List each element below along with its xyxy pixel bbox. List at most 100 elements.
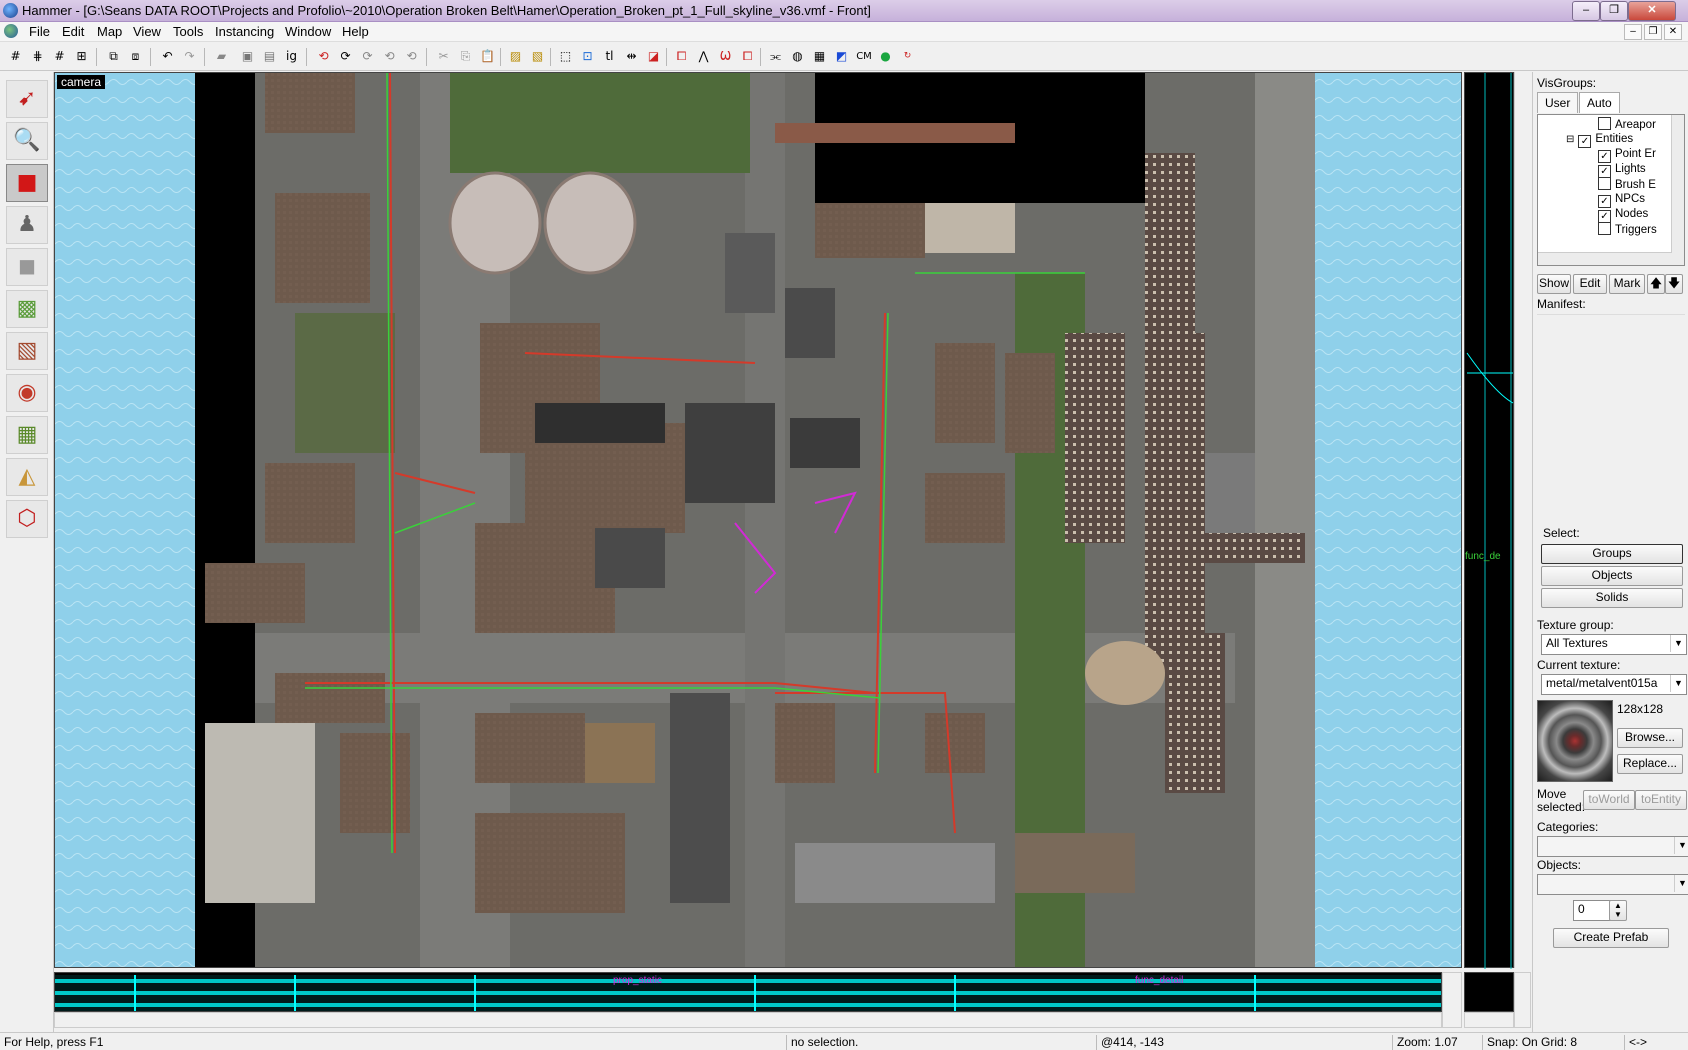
corner-2d-view[interactable]	[1464, 972, 1514, 1012]
flip-icon[interactable]: ⟳	[336, 47, 355, 66]
cordon-icon[interactable]: CM	[852, 47, 876, 66]
menu-map[interactable]: Map	[94, 24, 125, 39]
current-texture-dropdown[interactable]: metal/metalvent015a ▼	[1541, 674, 1687, 695]
top-view-horizontal-scrollbar[interactable]	[54, 1012, 1442, 1028]
move-up-icon[interactable]: 🡅	[1647, 274, 1665, 294]
rotate-reverse-icon[interactable]: ⟲	[380, 47, 399, 66]
select-groups-button[interactable]: Groups	[1541, 544, 1683, 564]
group-icon[interactable]: ⧉	[104, 47, 123, 66]
viewport-label[interactable]: camera	[57, 75, 106, 89]
texture-preview[interactable]	[1537, 700, 1613, 782]
texture-lock-icon[interactable]: ▤	[260, 47, 279, 66]
texture-application-tool-icon[interactable]: ▩	[6, 290, 48, 328]
mdi-close-button[interactable]: ✕	[1664, 24, 1682, 40]
close-window-button[interactable]: ✕	[1628, 1, 1676, 21]
visgroup-row[interactable]: ✓ Nodes	[1598, 207, 1648, 223]
redo-icon[interactable]: ↷	[180, 47, 199, 66]
menu-edit[interactable]: Edit	[59, 24, 87, 39]
menu-window[interactable]: Window	[282, 24, 334, 39]
textured-view-icon[interactable]: ▦	[810, 47, 829, 66]
side-view-vertical-scrollbar[interactable]	[1514, 72, 1531, 968]
create-prefab-button[interactable]: Create Prefab	[1553, 928, 1669, 948]
to-entity-button[interactable]: toEntity	[1635, 790, 1687, 810]
clipping-tool-icon[interactable]: ◭	[6, 458, 48, 496]
visgroup-row[interactable]: Triggers	[1598, 222, 1657, 237]
browse-texture-button[interactable]: Browse...	[1617, 728, 1683, 748]
magnify-tool-icon[interactable]: 🔍	[6, 122, 48, 160]
grid-toggle-icon[interactable]: #	[6, 47, 25, 66]
paste-icon[interactable]: 📋	[478, 47, 497, 66]
vertex-tool-icon[interactable]: ⬡	[6, 500, 48, 538]
visgroups-tab-auto[interactable]: Auto	[1579, 92, 1620, 113]
camera-viewport[interactable]: camera	[54, 72, 1462, 968]
menu-view[interactable]: View	[130, 24, 164, 39]
objects-dropdown[interactable]: ▼	[1537, 874, 1688, 895]
visgroup-checkbox[interactable]	[1598, 117, 1611, 130]
scale-texture-lock-icon[interactable]: ⇹	[622, 47, 641, 66]
block-tool-icon[interactable]: ◼	[6, 248, 48, 286]
map-properties-icon[interactable]: ⧠	[738, 47, 757, 66]
menu-help[interactable]: Help	[339, 24, 372, 39]
grid-3d-icon[interactable]: ⋕	[28, 47, 47, 66]
visgroups-tab-user[interactable]: User	[1537, 92, 1579, 113]
to-world-button[interactable]: toWorld	[1583, 790, 1635, 810]
menu-instancing[interactable]: Instancing	[212, 24, 277, 39]
visgroup-row[interactable]: Areapor	[1598, 117, 1656, 132]
visgroup-row[interactable]: ✓ Lights	[1598, 162, 1646, 178]
decal-tool-icon[interactable]: ◉	[6, 374, 48, 412]
visgroup-checkbox[interactable]: ✓	[1578, 135, 1592, 148]
entity-report-icon[interactable]: ⋀	[694, 47, 713, 66]
window-title-bar[interactable]: Hammer - [G:\Seans DATA ROOT\Projects an…	[0, 0, 1688, 22]
mdi-minimize-button[interactable]: –	[1624, 24, 1642, 40]
camera-tool-icon[interactable]: ■	[6, 164, 48, 202]
visgroup-row[interactable]: Brush E	[1598, 177, 1656, 192]
clip-icon[interactable]: ⟲	[314, 47, 333, 66]
texture-group-dropdown[interactable]: All Textures ▼	[1541, 634, 1687, 655]
wireframe-icon[interactable]: ⫘	[766, 47, 785, 66]
polygon-view-icon[interactable]: ◍	[788, 47, 807, 66]
minimize-window-button[interactable]: –	[1572, 1, 1600, 21]
overlay-tool-icon[interactable]: ▦	[6, 416, 48, 454]
corner-view-vertical-scrollbar[interactable]	[1514, 972, 1531, 1028]
maximize-window-button[interactable]: ❐	[1600, 1, 1628, 21]
texture-toggle-icon[interactable]: ◪	[644, 47, 663, 66]
tree-horizontal-scrollbar[interactable]	[1538, 252, 1684, 265]
replace-texture-button[interactable]: Replace...	[1617, 754, 1683, 774]
copy-icon[interactable]: ⎘	[456, 47, 475, 66]
cut-icon[interactable]: ✂	[434, 47, 453, 66]
visgroup-row[interactable]: ✓ Point Er	[1598, 147, 1656, 163]
tree-vertical-scrollbar[interactable]	[1671, 115, 1684, 253]
corner-view-horizontal-scrollbar[interactable]	[1464, 1012, 1514, 1028]
check-problems-icon[interactable]: ⧠	[672, 47, 691, 66]
visgroup-edit-button[interactable]: Edit	[1573, 274, 1607, 294]
tree-expander-icon[interactable]: ⊟	[1566, 134, 1574, 145]
side-2d-view[interactable]: func_de	[1464, 72, 1514, 969]
mdi-restore-button[interactable]: ❐	[1644, 24, 1662, 40]
lighting-preview-icon[interactable]: ●	[876, 47, 895, 66]
visgroup-show-button[interactable]: Show	[1537, 274, 1571, 294]
visgroup-row[interactable]: ⊟ ✓ Entities	[1566, 132, 1633, 148]
select-box-icon[interactable]: ⬚	[556, 47, 575, 66]
spin-updown-icon[interactable]: ▲ ▼	[1609, 900, 1627, 921]
move-down-icon[interactable]: 🡇	[1665, 274, 1683, 294]
categories-dropdown[interactable]: ▼	[1537, 836, 1688, 857]
rotate-icon[interactable]: ⟳	[358, 47, 377, 66]
selection-by-handles-icon[interactable]: ⊡	[578, 47, 597, 66]
texture-lock-toggle-icon[interactable]: tl	[600, 47, 619, 66]
visgroup-checkbox[interactable]	[1598, 177, 1611, 190]
object-index-field[interactable]: 0	[1573, 900, 1613, 921]
select-solids-button[interactable]: Solids	[1541, 588, 1683, 608]
hide-selected-icon[interactable]: ▨	[506, 47, 525, 66]
visgroup-mark-button[interactable]: Mark	[1609, 274, 1645, 294]
transform-icon[interactable]: ⟲	[402, 47, 421, 66]
lightmap-view-icon[interactable]: ◩	[832, 47, 851, 66]
show-all-icon[interactable]: ▧	[528, 47, 547, 66]
selection-tool-icon[interactable]: ➹	[6, 80, 48, 118]
draw-preview-icon[interactable]: ↻	[898, 47, 917, 66]
menu-file[interactable]: File	[26, 24, 53, 39]
undo-icon[interactable]: ↶	[158, 47, 177, 66]
grid-smaller-icon[interactable]: #	[50, 47, 69, 66]
visgroup-checkbox[interactable]	[1598, 222, 1611, 235]
top-view-vertical-scrollbar[interactable]	[1442, 972, 1462, 1028]
select-objects-button[interactable]: Objects	[1541, 566, 1683, 586]
